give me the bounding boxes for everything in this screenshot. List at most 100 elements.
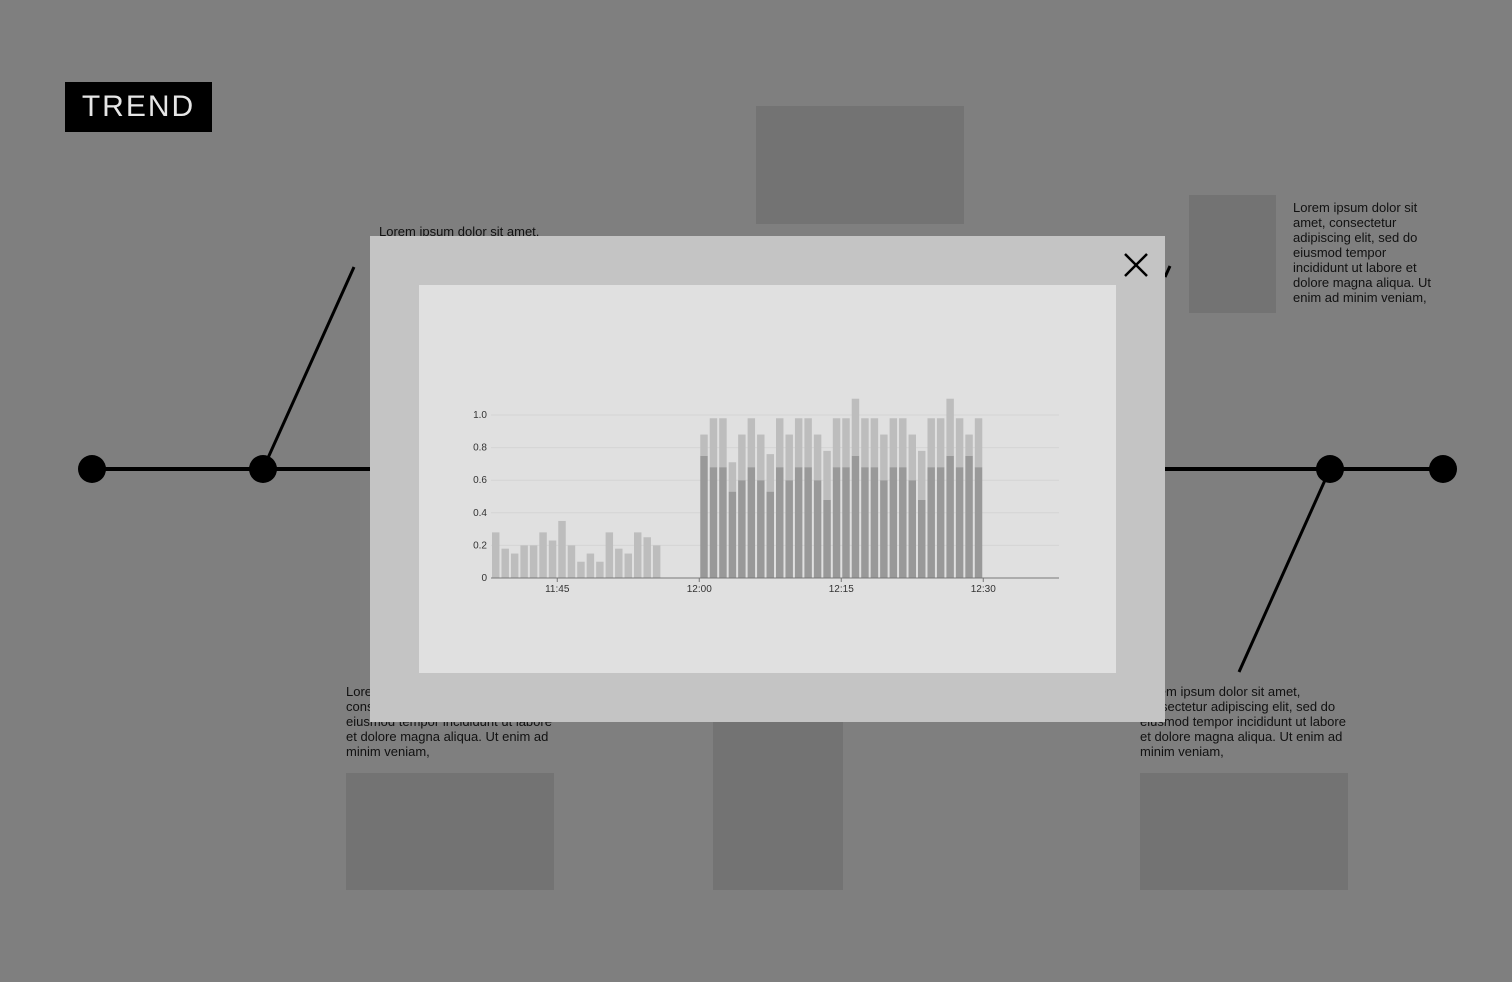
bar-segment [596,561,604,578]
branch-bottom-right [1237,468,1332,673]
caption-bottom-right: Lorem ipsum dolor sit amet, consectetur … [1140,684,1346,759]
bar-segment [842,418,850,468]
bar-segment [936,467,945,578]
bar-segment [776,418,784,468]
bar-segment [804,467,812,578]
bar-segment [567,545,576,578]
bar-segment [851,398,860,456]
bar-segment [586,553,595,578]
bar-segment [652,545,661,578]
x-tick-label: 12:00 [687,584,712,595]
bar-segment [747,467,756,578]
bar-segment [520,545,528,578]
bar-segment [719,418,727,468]
bar-segment [899,418,907,468]
bar-segment [899,467,907,578]
y-tick-label: 0.4 [473,508,487,519]
close-icon [1124,253,1148,277]
bar-segment [719,467,727,578]
timeline-node-end[interactable] [1429,455,1457,483]
bar-segment [785,434,793,481]
bar-segment [558,520,566,578]
bar-segment [927,418,935,468]
x-tick-label: 11:45 [545,584,570,595]
bar-segment [965,434,973,456]
bar-segment [813,480,822,578]
timeline-node-start[interactable] [78,455,106,483]
bar-segment [709,467,718,578]
bar-segment [794,467,803,578]
bar-segment [965,455,973,578]
bar-segment [624,553,632,578]
bar-segment [870,418,879,468]
bar-segment [785,480,793,578]
bar-segment [643,537,651,578]
bar-segment [747,418,756,468]
y-tick-label: 0.2 [473,540,487,551]
bar-segment [889,418,898,468]
bar-segment [946,398,954,456]
bar-segment [804,418,812,468]
close-button[interactable] [1121,250,1151,280]
x-tick-label: 12:15 [829,584,854,595]
bar-segment [700,434,708,456]
bar-segment [842,467,850,578]
bar-segment [889,467,898,578]
image-placeholder-bottom-left [346,773,554,890]
bar-segment [605,532,614,578]
bar-segment [880,480,888,578]
y-tick-label: 0.8 [473,443,487,454]
bar-segment [634,532,642,578]
bar-segment [918,450,926,500]
bar-chart: 0 0.2 0.4 0.6 0.8 1.0 11:45 12:00 12:15 12:30 [473,398,1059,595]
bar-segment [946,455,954,578]
bar-segment [776,467,784,578]
bar-segment [832,418,841,468]
x-tick-label: 12:30 [971,584,996,595]
bar-segment [974,467,983,578]
caption-top-right: Lorem ipsum dolor sit amet, consectetur … [1293,200,1432,305]
logo: TREND [65,82,212,132]
bar-segment [529,545,538,578]
bar-segment [918,499,926,578]
bar-segment [861,467,869,578]
image-placeholder-bottom-center [713,722,843,890]
bar-segment [908,480,916,578]
branch-top-right [1163,265,1172,278]
bar-segment [974,418,983,468]
bar-segment [492,532,500,578]
bar-segment [832,467,841,578]
bar-segment [577,561,585,578]
bar-segment [851,455,860,578]
bar-segment [738,434,746,481]
bar-segment [766,454,774,492]
bar-segment [823,499,831,578]
bar-segment [510,553,519,578]
bar-segment [539,532,547,578]
bar-segment [757,480,765,578]
y-tick-label: 0.6 [473,475,487,486]
timeline-node-2[interactable] [1316,455,1344,483]
bar-segment [738,480,746,578]
bar-segment [700,455,708,578]
timeline-node-1[interactable] [249,455,277,483]
bar-segment [794,418,803,468]
image-placeholder-top-right [1189,195,1276,313]
bar-segment [728,462,737,492]
bar-segment [936,418,945,468]
branch-top-left [261,266,356,470]
bar-segment [813,434,822,481]
bar-segment [861,418,869,468]
y-tick-label: 0 [481,573,487,584]
bar-segment [880,434,888,481]
bar-segment [709,418,718,468]
bar-segment [615,548,623,578]
image-placeholder-bottom-right [1140,773,1348,890]
bar-segment [927,467,935,578]
bar-segment [766,491,774,578]
y-tick-label: 1.0 [473,410,487,421]
bar-segment [728,491,737,578]
bar-segment [501,548,509,578]
bar-segment [548,540,557,578]
bar-segment [955,418,964,468]
